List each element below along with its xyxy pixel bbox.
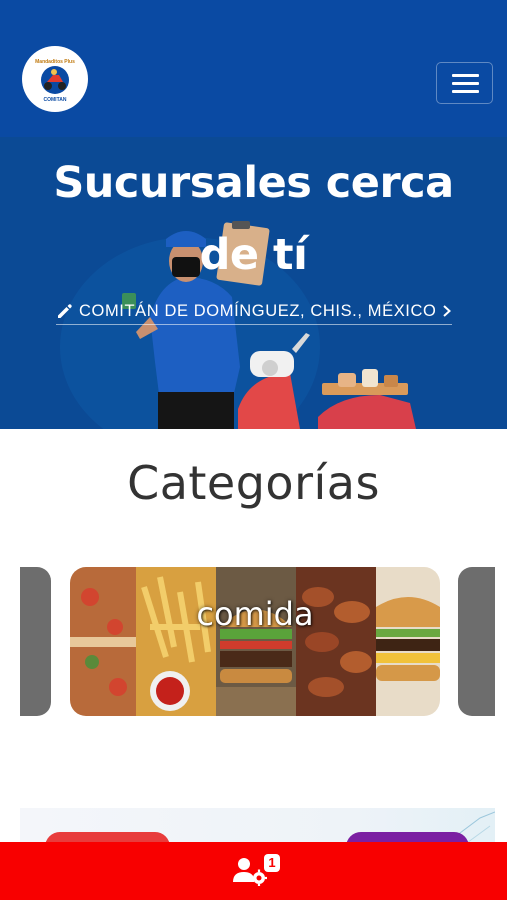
location-text: COMITÁN DE DOMÍNGUEZ, CHIS., MÉXICO [79,301,437,320]
location-selector[interactable]: COMITÁN DE DOMÍNGUEZ, CHIS., MÉXICO [56,301,453,325]
categories-title: Categorías [127,456,380,510]
scooter-logo-icon [41,66,69,94]
hamburger-menu-icon-bar [452,90,479,93]
bottom-action-bar: 1 [0,842,507,900]
users-gear-icon[interactable] [232,856,268,886]
brand-logo[interactable]: Mandaditos Plus COMITAN [22,46,88,112]
hero-banner: Sucursales cerca de tí COMITÁN DE DOMÍNG… [0,137,507,429]
category-card-comida[interactable]: comida [70,567,440,716]
category-card-next[interactable] [458,567,495,716]
notification-badge: 1 [264,854,280,872]
chevron-right-icon [443,305,452,317]
hero-title-line1: Sucursales cerca [53,158,454,208]
pencil-icon [58,303,72,318]
hero-title-line2: de tí [199,230,308,280]
hamburger-menu-icon-bar [452,82,479,85]
logo-bottom-text: COMITAN [43,97,67,103]
top-navbar: Mandaditos Plus COMITAN [0,0,507,137]
hero-title: Sucursales cerca de tí [0,147,507,291]
food-collage-image [70,567,440,716]
menu-toggle-button[interactable] [436,62,493,104]
category-label: comida [196,595,314,633]
category-card-previous[interactable] [20,567,51,716]
hamburger-menu-icon [452,74,479,77]
